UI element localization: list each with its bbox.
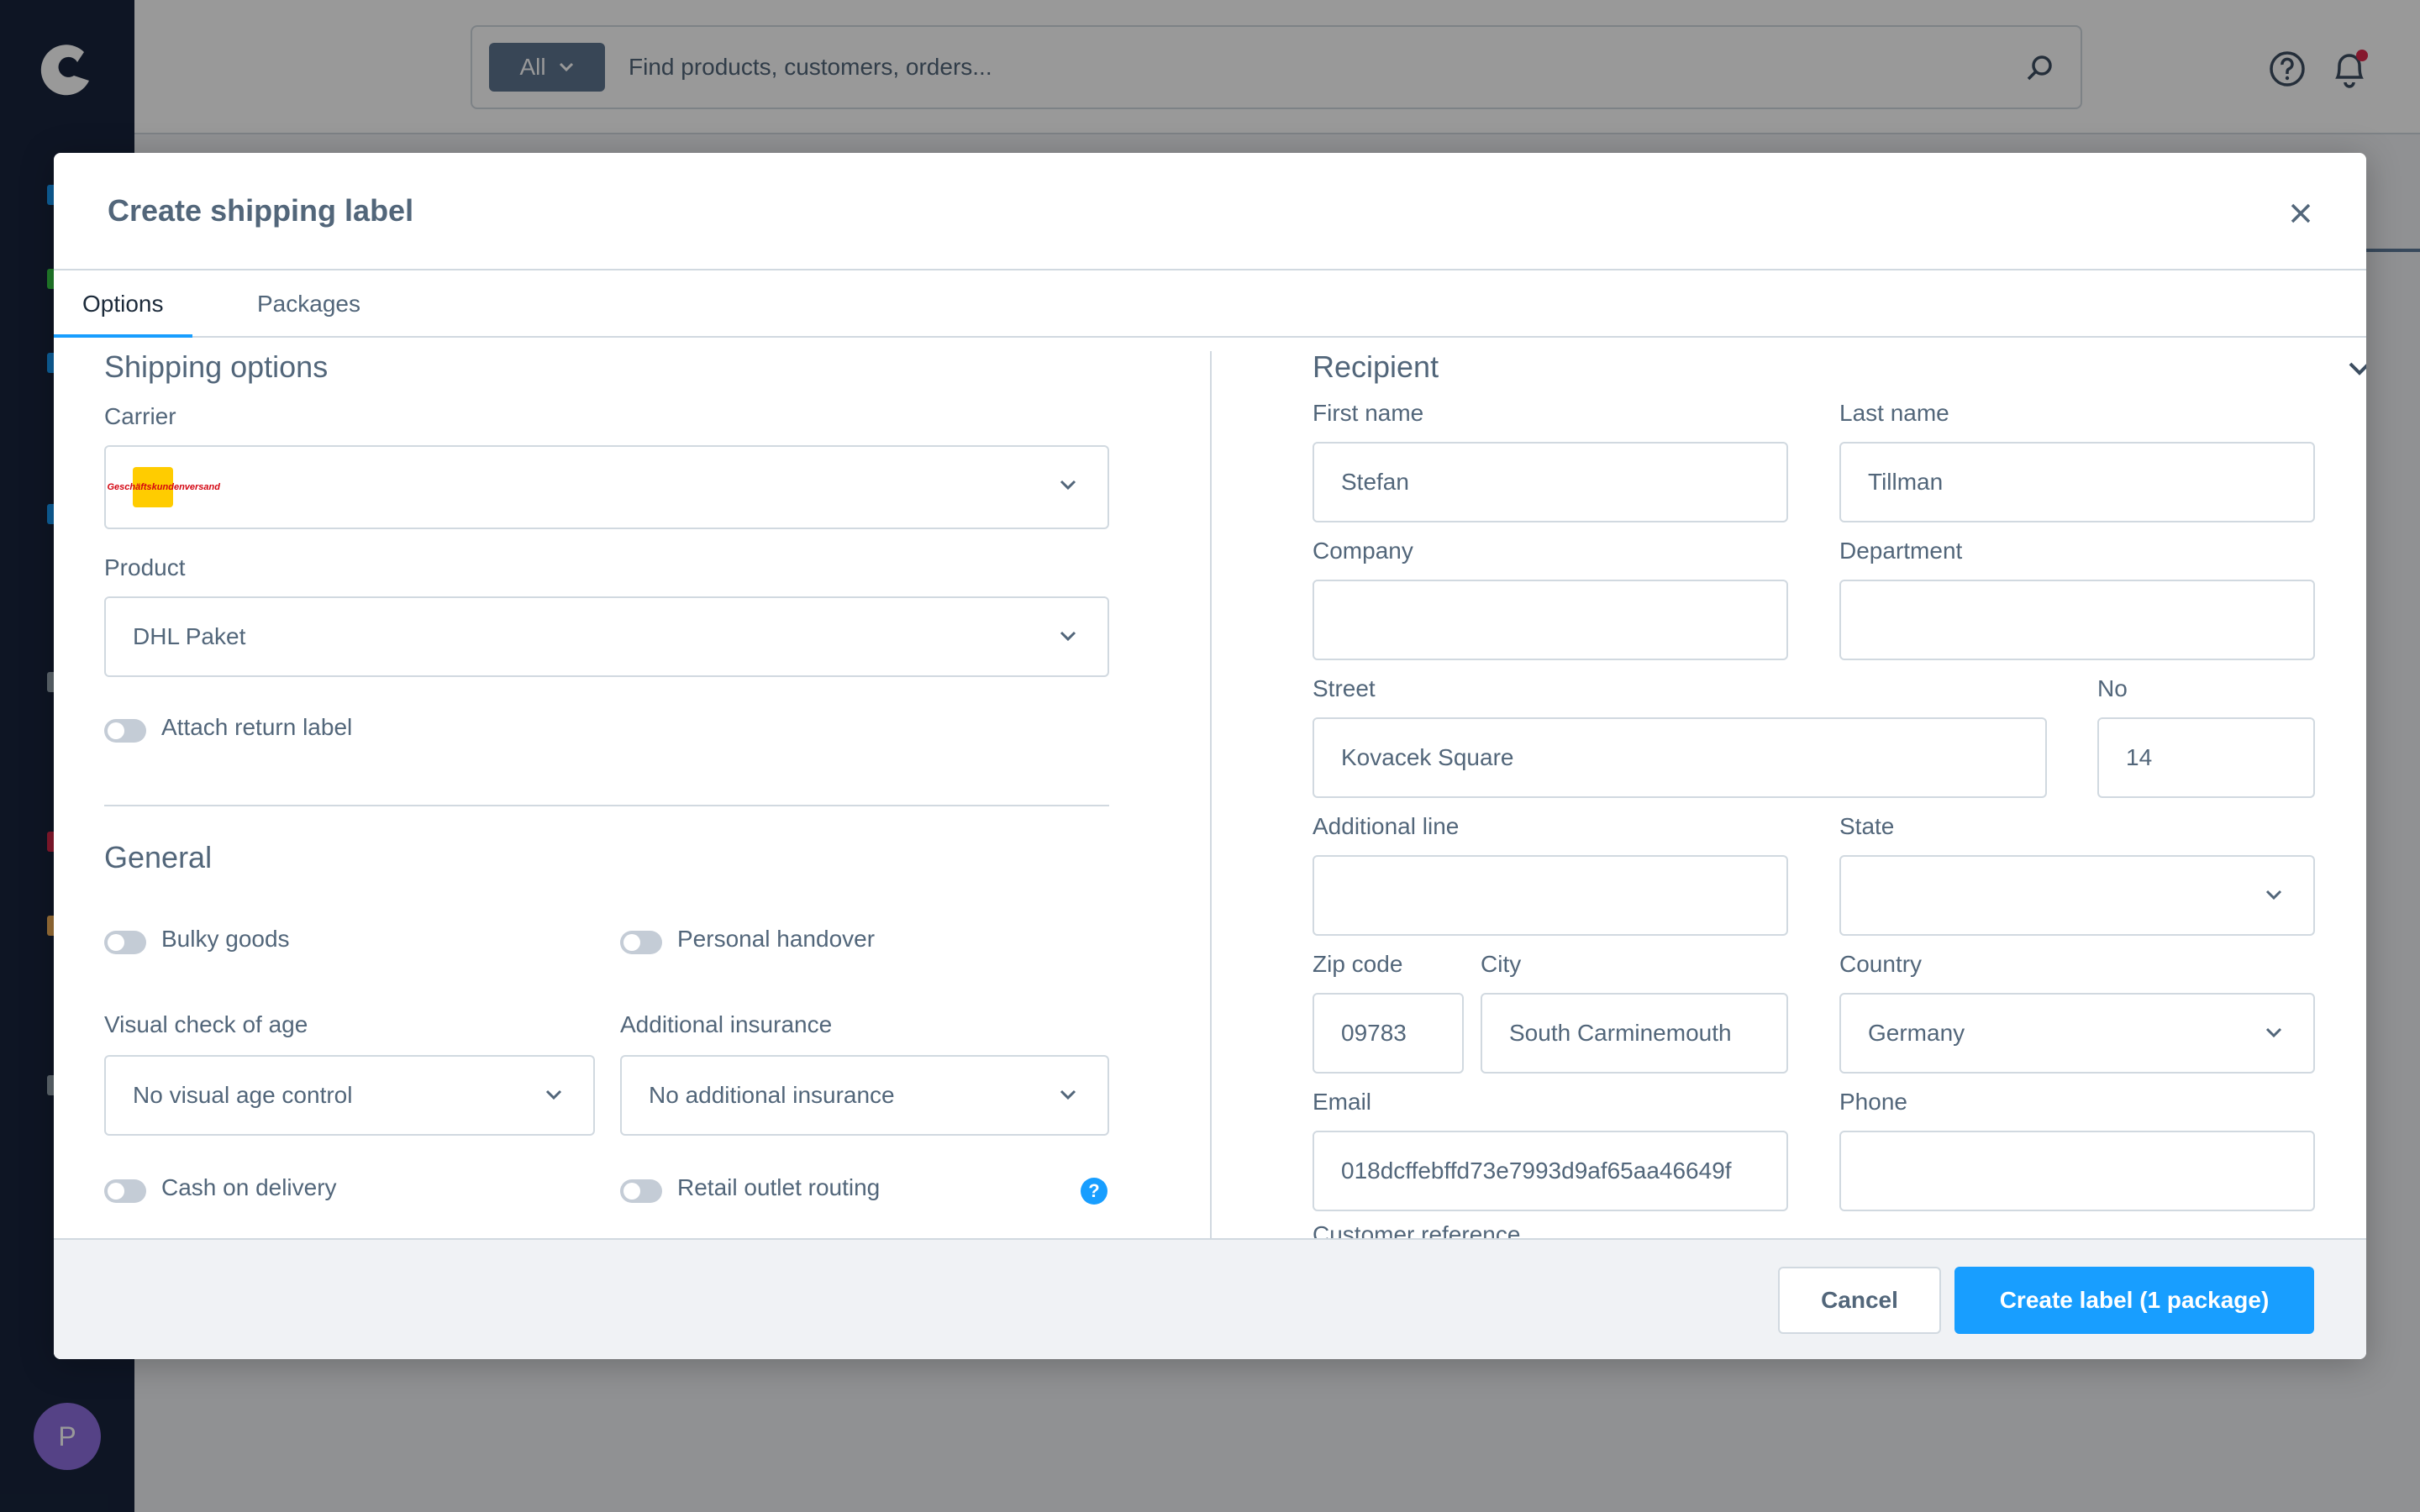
close-icon[interactable] (2286, 198, 2316, 228)
email-input[interactable]: 018dcffebffd73e7993d9af65aa46649f (1313, 1131, 1788, 1211)
cash-on-delivery-toggle[interactable] (104, 1179, 146, 1203)
dhl-logo-icon: DHL Geschäftskundenversand (106, 467, 220, 507)
modal-footer: Cancel Create label (1 package) (54, 1238, 2366, 1359)
state-select[interactable] (1839, 855, 2315, 936)
zip-code-input-value: 09783 (1341, 1020, 1407, 1046)
additional-insurance-select-value: No additional insurance (649, 1082, 895, 1108)
section-divider (104, 805, 1109, 806)
first-name-input-value: Stefan (1341, 469, 1409, 495)
modal-tabs: Options Packages (54, 270, 2366, 338)
last-name-input[interactable]: Tillman (1839, 442, 2315, 522)
chevron-down-icon (1060, 631, 1076, 642)
shipping-options-title: Shipping options (104, 349, 329, 384)
company-input[interactable] (1313, 580, 1788, 660)
additional-insurance-select[interactable]: No additional insurance (620, 1055, 1109, 1136)
create-shipping-label-modal: Create shipping label Options Packages S… (54, 153, 2366, 1359)
first-name-input[interactable]: Stefan (1313, 442, 1788, 522)
chevron-down-icon (545, 1089, 562, 1100)
chevron-down-icon (2265, 1027, 2282, 1038)
street-label: Street (1313, 675, 1376, 701)
modal-header: Create shipping label (54, 153, 2366, 270)
additional-line-input[interactable] (1313, 855, 1788, 936)
retail-outlet-routing-toggle[interactable] (620, 1179, 662, 1203)
street-input-value: Kovacek Square (1341, 744, 1514, 770)
additional-insurance-label: Additional insurance (620, 1011, 833, 1037)
chevron-down-icon (1060, 1089, 1076, 1100)
zip-code-label: Zip code (1313, 951, 1403, 977)
country-select-value: Germany (1868, 1020, 1965, 1046)
state-label: State (1839, 813, 1895, 839)
personal-handover-toggle[interactable] (620, 931, 662, 954)
zip-code-input[interactable]: 09783 (1313, 993, 1464, 1074)
personal-handover-text: Personal handover (677, 926, 876, 952)
company-label: Company (1313, 538, 1413, 564)
email-label: Email (1313, 1089, 1372, 1115)
additional-line-label: Additional line (1313, 813, 1460, 839)
cash-on-delivery-text: Cash on delivery (161, 1174, 337, 1200)
tab-packages[interactable]: Packages (229, 270, 389, 338)
visual-check-select-value: No visual age control (133, 1082, 353, 1108)
city-label: City (1481, 951, 1522, 977)
visual-check-select[interactable]: No visual age control (104, 1055, 595, 1136)
cancel-button[interactable]: Cancel (1778, 1267, 1941, 1334)
product-select[interactable]: DHL Paket (104, 596, 1109, 677)
no-input-value: 14 (2126, 744, 2153, 770)
country-label: Country (1839, 951, 1923, 977)
product-label: Product (104, 554, 186, 580)
modal-title: Create shipping label (108, 193, 414, 228)
phone-input[interactable] (1839, 1131, 2315, 1211)
street-input[interactable]: Kovacek Square (1313, 717, 2047, 798)
create-label-button[interactable]: Create label (1 package) (1954, 1267, 2314, 1334)
no-input[interactable]: 14 (2097, 717, 2315, 798)
bulky-goods-toggle[interactable] (104, 931, 146, 954)
email-input-value: 018dcffebffd73e7993d9af65aa46649f (1341, 1158, 1732, 1184)
product-select-value: DHL Paket (133, 623, 246, 649)
help-circle-icon[interactable]: ? (1081, 1178, 1107, 1205)
customer-reference-label: Customer reference (1313, 1221, 1521, 1238)
tab-options[interactable]: Options (54, 270, 192, 338)
chevron-down-icon (2265, 890, 2282, 900)
chevron-down-icon (1060, 480, 1076, 491)
column-divider (1210, 351, 1212, 1238)
country-select[interactable]: Germany (1839, 993, 2315, 1074)
modal-body: Shipping options Carrier Product Attach … (54, 339, 2366, 1238)
recipient-title: Recipient (1313, 349, 1439, 384)
first-name-label: First name (1313, 400, 1424, 426)
carrier-label: Carrier (104, 403, 176, 429)
dhl-logo-text: DHL Geschäftskundenversand (106, 482, 220, 492)
city-input[interactable]: South Carminemouth (1481, 993, 1788, 1074)
city-input-value: South Carminemouth (1509, 1020, 1732, 1046)
department-label: Department (1839, 538, 1963, 564)
attach-return-label-toggle[interactable] (104, 719, 146, 743)
bulky-goods-text: Bulky goods (161, 926, 290, 952)
retail-outlet-routing-text: Retail outlet routing (677, 1174, 881, 1200)
phone-label: Phone (1839, 1089, 1907, 1115)
last-name-input-value: Tillman (1868, 469, 1944, 495)
department-input[interactable] (1839, 580, 2315, 660)
no-label: No (2097, 675, 2128, 701)
visual-check-label: Visual check of age (104, 1011, 308, 1037)
chevron-down-icon[interactable] (2348, 361, 2366, 376)
attach-return-label-text: Attach return label (161, 714, 353, 740)
general-title: General (104, 840, 213, 874)
carrier-select[interactable]: DHL Geschäftskundenversand (104, 445, 1109, 529)
last-name-label: Last name (1839, 400, 1949, 426)
